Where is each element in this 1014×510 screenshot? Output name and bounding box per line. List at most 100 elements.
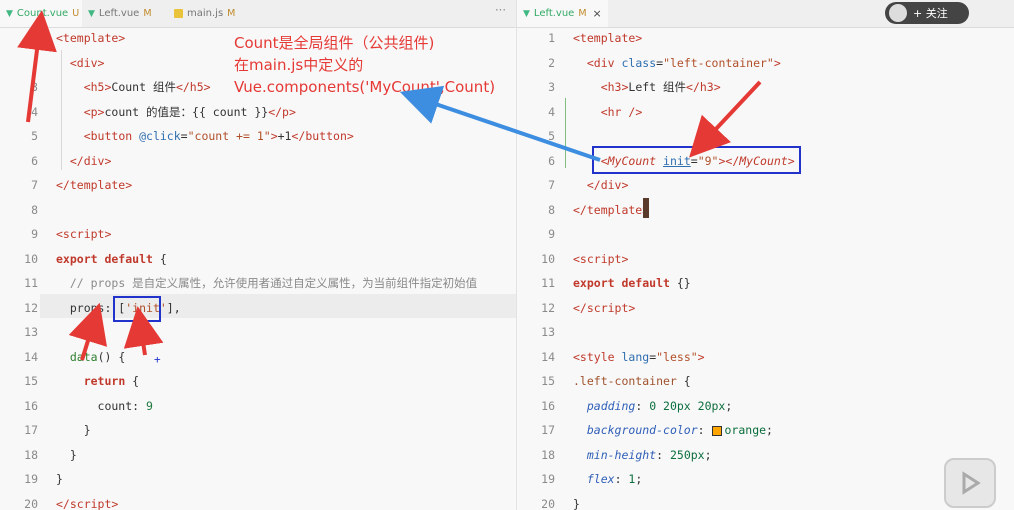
line-number: 1: [548, 31, 555, 45]
avatar: [889, 4, 907, 22]
code-text[interactable]: export default {}: [573, 271, 691, 295]
annotation-text: Count是全局组件（公共组件) 在main.js中定义的 Vue.compon…: [234, 32, 495, 98]
line-number: 9: [31, 227, 38, 241]
play-triangle: [962, 471, 981, 495]
vue-file-icon: ▼: [88, 8, 95, 19]
more-actions-icon[interactable]: ···: [495, 3, 506, 17]
close-tab-icon[interactable]: ×: [593, 7, 602, 20]
code-text[interactable]: <hr />: [573, 100, 643, 124]
line-number: 20: [24, 496, 38, 510]
line-number: 14: [541, 349, 555, 364]
code-text[interactable]: </div>: [573, 173, 629, 197]
tab-label: Left.vue: [98, 8, 140, 19]
line-number: 20: [541, 496, 555, 510]
code-text[interactable]: }: [56, 467, 63, 491]
git-status-badge: U: [72, 8, 80, 19]
line-number: 17: [541, 423, 555, 437]
code-text[interactable]: <div>: [56, 51, 105, 75]
code-text[interactable]: }: [56, 443, 77, 467]
code-text[interactable]: data() {: [56, 345, 125, 369]
line-number: 19: [541, 472, 555, 486]
line-number: 10: [24, 251, 38, 266]
tab-label: Count.vue: [16, 8, 69, 19]
code-text[interactable]: count: 9: [56, 394, 153, 418]
line-number: 10: [541, 251, 555, 266]
annotation-line: Vue.components('MyCount',Count): [234, 78, 496, 96]
code-text[interactable]: </template>: [56, 173, 132, 197]
line-number: 14: [24, 349, 38, 364]
git-change-indicator: [565, 98, 566, 168]
text-cursor: [643, 198, 649, 218]
line-number: 9: [548, 227, 555, 241]
code-text[interactable]: <template>: [56, 26, 125, 50]
right-editor-pane[interactable]: ▼ Left.vue M × 1 <template> 2 <div class="…: [517, 0, 1014, 510]
code-text[interactable]: <h5>Count 组件</h5>: [56, 75, 211, 99]
line-number: 8: [31, 202, 38, 217]
line-number: 13: [541, 325, 555, 339]
line-number: 5: [548, 129, 555, 143]
code-text[interactable]: return {: [56, 369, 139, 393]
play-icon[interactable]: [944, 458, 996, 508]
code-text[interactable]: <script>: [56, 222, 111, 246]
line-number: 17: [24, 423, 38, 437]
line-number: 15: [24, 374, 38, 388]
code-text[interactable]: <button @click="count += 1">+1</button>: [56, 124, 354, 148]
code-text[interactable]: <style lang="less">: [573, 345, 705, 369]
tab-left-vue[interactable]: ▼ Left.vue M ×: [517, 0, 608, 27]
follow-label: + 关注: [913, 7, 948, 20]
line-number: 6: [548, 153, 555, 168]
code-text[interactable]: <template>: [573, 26, 642, 50]
line-number: 7: [31, 178, 38, 192]
code-text[interactable]: <h3>Left 组件</h3>: [573, 75, 721, 99]
code-text[interactable]: .left-container {: [573, 369, 691, 393]
code-text[interactable]: }: [573, 492, 580, 510]
code-text[interactable]: flex: 1;: [573, 467, 642, 491]
line-number: 8: [548, 202, 555, 217]
tab-count-vue[interactable]: ▼ Count.vue U: [0, 0, 82, 27]
code-text[interactable]: export default {: [56, 247, 167, 271]
line-number: 3: [548, 80, 555, 94]
annotation-line: Count是全局组件（公共组件): [234, 34, 435, 52]
git-status-badge: M: [227, 8, 236, 19]
code-text[interactable]: background-color: orange;: [573, 418, 773, 442]
git-status-badge: M: [578, 8, 587, 19]
line-number: 4: [548, 104, 555, 119]
mycount-highlight-box: [592, 146, 801, 174]
line-number: 2: [548, 55, 555, 70]
line-number: 13: [24, 325, 38, 339]
code-text[interactable]: </script>: [56, 492, 118, 510]
code-text[interactable]: </div>: [56, 149, 112, 173]
line-number: 18: [24, 447, 38, 462]
tab-main-js[interactable]: main.js M: [168, 0, 241, 27]
left-tab-bar: ▼ Count.vue U ▼ Left.vue M main.js M ···: [0, 0, 516, 28]
line-number: 3: [31, 80, 38, 94]
line-number: 16: [24, 398, 38, 413]
code-text[interactable]: min-height: 250px;: [573, 443, 712, 467]
line-number: 11: [24, 276, 38, 290]
code-text[interactable]: }: [56, 418, 91, 442]
line-number: 7: [548, 178, 555, 192]
line-number: 18: [541, 447, 555, 462]
tab-left-vue[interactable]: ▼ Left.vue M: [82, 0, 158, 27]
code-text[interactable]: <script>: [573, 247, 628, 271]
line-number: 11: [541, 276, 555, 290]
vue-file-icon: ▼: [523, 8, 530, 19]
code-text[interactable]: // props 是自定义属性，允许使用者通过自定义属性，为当前组件指定初始值: [56, 271, 477, 295]
code-text[interactable]: </script>: [573, 296, 635, 320]
code-text[interactable]: </template>: [573, 198, 649, 222]
tab-label: Left.vue: [533, 8, 575, 19]
line-number: 12: [24, 300, 38, 315]
code-text[interactable]: <div class="left-container">: [573, 51, 781, 75]
git-status-badge: M: [143, 8, 152, 19]
line-number: 15: [541, 374, 555, 388]
tab-label: main.js: [187, 8, 224, 19]
vue-file-icon: ▼: [6, 8, 13, 19]
code-text[interactable]: padding: 0 20px 20px;: [573, 394, 732, 418]
line-number: 16: [541, 398, 555, 413]
js-file-icon: [174, 9, 183, 18]
follow-button[interactable]: + 关注: [885, 2, 969, 24]
line-number: 5: [31, 129, 38, 143]
line-number: 4: [31, 104, 38, 119]
code-text[interactable]: <p>count 的值是：{{ count }}</p>: [56, 100, 296, 124]
init-prop-highlight-box: [113, 296, 161, 322]
